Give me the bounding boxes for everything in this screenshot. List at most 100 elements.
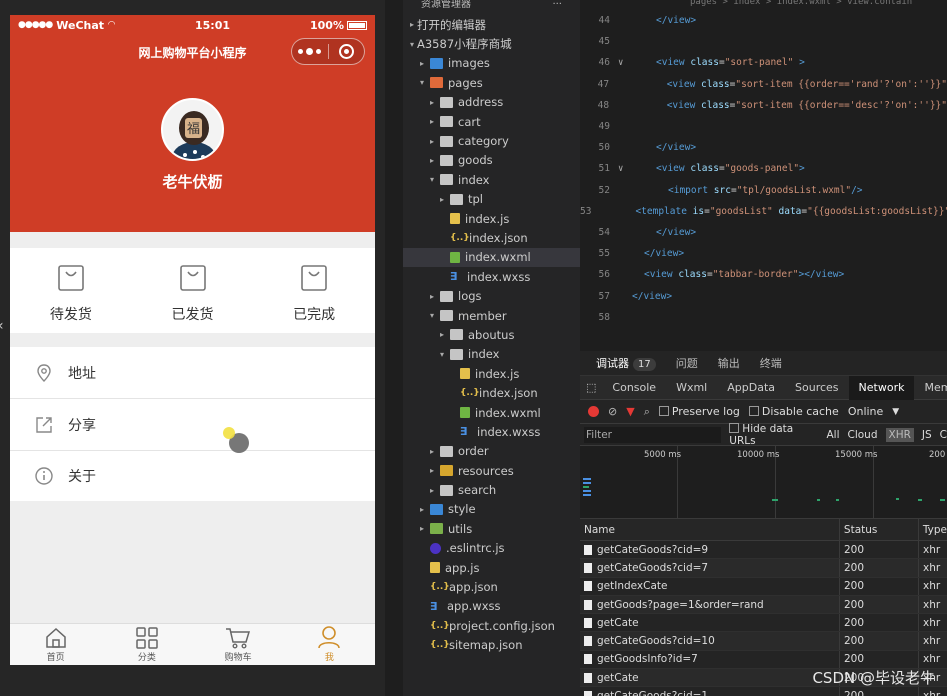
tab-debugger[interactable]: 调试器 17 [596,355,656,371]
tab-memory[interactable]: Memory [914,376,947,400]
request-row[interactable]: getCate 200 xhr [580,614,947,633]
tab-wxml[interactable]: Wxml [666,376,717,400]
tree-item[interactable]: index.wxml [403,247,580,268]
column-name[interactable]: Name [580,519,840,540]
request-row[interactable]: getCateGoods?cid=1 200xhr [580,687,947,696]
search-icon[interactable]: ⌕ [644,405,650,419]
tab-output[interactable]: 输出 [718,355,740,371]
menu-item-address[interactable]: 地址 [10,347,375,399]
tree-item[interactable]: .eslintrc.js [403,539,580,558]
tree-item[interactable]: {..} index.json [403,383,580,402]
record-icon[interactable] [588,406,599,417]
request-row[interactable]: getCateGoods?cid=10 200 xhr [580,632,947,651]
tree-item[interactable]: ▸ 打开的编辑器 [403,15,580,34]
filter-icon[interactable]: ▼ [626,405,634,418]
tab-me[interactable]: 我 [284,624,375,665]
tree-item[interactable]: {..} index.json [403,228,580,247]
menu-item-share[interactable]: 分享 [10,399,375,451]
tree-item[interactable]: ▸ cart [403,112,580,131]
throttle-select[interactable]: Online [848,405,883,418]
preserve-log-checkbox[interactable]: Preserve log [658,405,740,418]
code-editor[interactable]: pages > index > index.wxml > view.contai… [580,0,947,349]
tree-item[interactable]: ∃ index.wxss [403,267,580,286]
request-row[interactable]: getIndexCate 200 xhr [580,577,947,596]
tree-item[interactable]: index.wxml [403,403,580,422]
tree-item[interactable]: ▾ member [403,306,580,325]
chevron-right-icon[interactable]: ▸ [427,156,437,165]
tree-item[interactable]: app.js [403,558,580,577]
tree-item[interactable]: ▸ search [403,480,580,499]
chevron-right-icon[interactable]: ▸ [427,466,437,475]
order-shipped[interactable]: 已发货 [132,248,254,333]
fold-icon[interactable]: ∨ [618,58,632,68]
close-miniprogram-icon[interactable] [329,44,365,59]
chevron-right-icon[interactable]: ▸ [417,59,427,68]
filter-xhr[interactable]: XHR [885,427,914,442]
menu-item-about[interactable]: 关于 [10,451,375,501]
tree-item[interactable]: ▸ logs [403,286,580,305]
avatar[interactable]: 福 [161,98,224,161]
chevron-right-icon[interactable]: ▸ [427,117,437,126]
filter-js[interactable]: JS [922,429,932,441]
chevron-right-icon[interactable]: ▸ [427,292,437,301]
chevron-down-icon[interactable]: ▾ [427,175,437,184]
chevron-down-icon[interactable]: ▾ [407,40,417,49]
tree-item[interactable]: ▸ category [403,131,580,150]
request-row[interactable]: getCateGoods?cid=7 200 xhr [580,559,947,578]
tree-item[interactable]: ∃ app.wxss [403,597,580,616]
tab-problems[interactable]: 问题 [676,355,698,371]
tree-item[interactable]: {..} app.json [403,577,580,596]
collapse-arrow-icon[interactable]: ‹ [0,318,4,334]
chevron-right-icon[interactable]: ▸ [427,486,437,495]
tree-item[interactable]: ▾ pages [403,73,580,92]
tree-item[interactable]: ▾ A3587小程序商城 [403,34,580,53]
chevron-right-icon[interactable]: ▸ [427,98,437,107]
tree-item[interactable]: ▸ resources [403,461,580,480]
clear-icon[interactable]: ⊘ [608,405,617,418]
chevron-right-icon[interactable]: ▸ [417,524,427,533]
inspect-icon[interactable]: ⬚ [580,376,602,400]
request-row[interactable]: getCateGoods?cid=9 200 xhr [580,541,947,560]
tab-network[interactable]: Network [848,375,915,400]
tab-home[interactable]: 首页 [10,624,101,665]
tree-item[interactable]: index.js [403,209,580,228]
hide-data-urls-checkbox[interactable]: Hide data URLs [729,422,818,447]
tab-console[interactable]: Console [602,376,666,400]
tab-category[interactable]: 分类 [101,624,192,665]
tree-item[interactable]: ▸ aboutus [403,325,580,344]
chevron-down-icon[interactable]: ▼ [892,407,899,417]
request-row[interactable]: getGoods?page=1&order=rand 200 xhr [580,595,947,615]
tree-item[interactable]: ▸ images [403,54,580,73]
tab-sources[interactable]: Sources [785,376,849,400]
filter-input[interactable]: Filter [584,426,722,443]
tree-item[interactable]: ▾ index [403,170,580,189]
tab-appdata[interactable]: AppData [717,376,785,400]
network-timeline[interactable]: 5000 ms 10000 ms 15000 ms 200 [580,446,947,519]
disable-cache-checkbox[interactable]: Disable cache [748,405,839,418]
more-dots-icon[interactable] [292,48,328,55]
fold-icon[interactable]: ∨ [618,164,632,174]
more-actions-icon[interactable]: ··· [552,0,562,10]
column-status[interactable]: Status [840,519,919,540]
tree-item[interactable]: index.js [403,364,580,383]
tree-item[interactable]: {..} sitemap.json [403,636,580,655]
filter-all[interactable]: All [826,429,839,441]
tab-cart[interactable]: 购物车 [193,624,284,665]
tree-item[interactable]: ▸ style [403,500,580,519]
chevron-right-icon[interactable]: ▸ [407,20,417,29]
tree-item[interactable]: ∃ index.wxss [403,422,580,441]
tree-item[interactable]: ▾ index [403,345,580,364]
order-pending-ship[interactable]: 待发货 [10,248,132,333]
tab-terminal[interactable]: 终端 [760,355,782,371]
chevron-right-icon[interactable]: ▸ [427,137,437,146]
chevron-down-icon[interactable]: ▾ [437,350,447,359]
tree-item[interactable]: ▸ utils [403,519,580,538]
chevron-right-icon[interactable]: ▸ [417,505,427,514]
chevron-right-icon[interactable]: ▸ [427,447,437,456]
order-completed[interactable]: 已完成 [253,248,375,333]
tree-item[interactable]: {..} project.config.json [403,616,580,635]
tree-item[interactable]: ▸ order [403,442,580,461]
tree-item[interactable]: ▸ tpl [403,190,580,209]
column-type[interactable]: Type [919,524,947,536]
filter-cloud[interactable]: Cloud [848,429,878,441]
